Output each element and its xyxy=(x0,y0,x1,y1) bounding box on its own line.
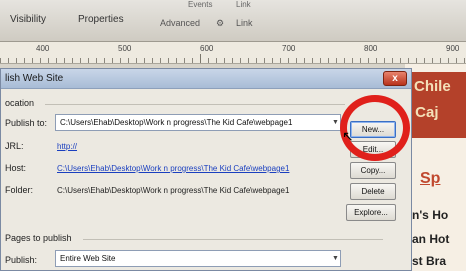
ruler-tick xyxy=(80,58,81,63)
ruler-tick xyxy=(24,58,25,63)
gear-icon[interactable]: ⚙ xyxy=(216,18,224,29)
ruler-tick xyxy=(400,58,401,63)
ruler-tick xyxy=(32,58,33,63)
ruler-number: 800 xyxy=(364,44,378,53)
dialog-title: lish Web Site xyxy=(5,73,64,84)
ruler-tick xyxy=(136,58,137,63)
ruler-tick xyxy=(184,58,185,63)
ruler-tick xyxy=(344,58,345,63)
webpage-heading-sp: Sp xyxy=(420,170,441,187)
ruler-tick xyxy=(288,58,289,63)
horizontal-ruler: 400 500 600 700 800 900 xyxy=(0,42,466,64)
ruler-tick xyxy=(176,58,177,63)
publish-select[interactable]: Entire Web Site xyxy=(55,250,341,267)
ruler-tick xyxy=(240,58,241,63)
ruler-tick xyxy=(152,58,153,63)
webpage-item-bra: st Bra xyxy=(412,254,447,268)
publish-to-select[interactable]: C:\Users\Ehab\Desktop\Work n progress\Th… xyxy=(55,114,341,131)
visibility-tab[interactable]: Visibility xyxy=(10,14,46,25)
ruler-number: 400 xyxy=(36,44,50,53)
ruler-number: 900 xyxy=(446,44,460,53)
ruler-tick xyxy=(352,58,353,63)
ruler-tick xyxy=(88,58,89,63)
advanced-tab[interactable]: Advanced xyxy=(160,18,200,28)
location-divider xyxy=(45,104,345,105)
ruler-tick xyxy=(192,58,193,63)
events-label: Events xyxy=(188,0,213,9)
properties-tab[interactable]: Properties xyxy=(78,14,124,25)
ruler-tick xyxy=(392,58,393,63)
pages-divider xyxy=(83,239,383,240)
ruler-tick xyxy=(8,58,9,63)
ruler-tick xyxy=(56,58,57,63)
ruler-tick xyxy=(144,58,145,63)
publish-to-value: C:\Users\Ehab\Desktop\Work n progress\Th… xyxy=(60,118,293,127)
ruler-tick xyxy=(72,58,73,63)
link-top-label: Link xyxy=(236,0,251,9)
pages-section-label: Pages to publish xyxy=(5,233,72,243)
close-button[interactable]: x xyxy=(383,71,407,86)
folder-value: C:\Users\Ehab\Desktop\Work n progress\Th… xyxy=(57,186,290,195)
copy-button[interactable]: Copy... xyxy=(350,162,396,179)
ruler-tick xyxy=(224,58,225,63)
ruler-tick xyxy=(376,58,377,63)
webpage-heading-chile: Chile xyxy=(414,78,451,95)
mouse-cursor-icon: ↖ xyxy=(342,128,354,144)
chevron-down-icon[interactable]: ▼ xyxy=(332,255,339,262)
delete-button[interactable]: Delete xyxy=(350,183,396,200)
ruler-tick xyxy=(264,58,265,63)
publish-label: Publish: xyxy=(5,255,38,265)
ruler-tick xyxy=(256,58,257,63)
url-link[interactable]: http:// xyxy=(57,142,77,151)
publish-to-label: Publish to: xyxy=(5,118,48,128)
ruler-tick xyxy=(336,58,337,63)
ruler-tick xyxy=(328,58,329,63)
ruler-tick xyxy=(104,58,105,63)
ruler-tick xyxy=(160,58,161,63)
ruler-tick xyxy=(48,58,49,63)
host-label: Host: xyxy=(5,163,27,173)
properties-toolbar: Visibility Properties Events Link Advanc… xyxy=(0,0,466,42)
ruler-number: 700 xyxy=(282,44,296,53)
ruler-tick xyxy=(304,58,305,63)
webpage-item-hot2: an Hot xyxy=(412,232,450,246)
ruler-tick xyxy=(368,58,369,63)
explore-button[interactable]: Explore... xyxy=(346,204,396,221)
chevron-down-icon[interactable]: ▼ xyxy=(332,119,339,126)
host-link[interactable]: C:\Users\Ehab\Desktop\Work n progress\Th… xyxy=(57,164,289,173)
ruler-number: 500 xyxy=(118,44,132,53)
url-label: JRL: xyxy=(5,141,24,151)
ruler-tick xyxy=(280,58,281,63)
ruler-number: 600 xyxy=(200,44,214,53)
location-section-label: ocation xyxy=(5,98,35,108)
dialog-titlebar[interactable]: lish Web Site x xyxy=(1,69,411,89)
ruler-tick xyxy=(16,58,17,63)
ruler-tick xyxy=(200,54,201,63)
folder-label: Folder: xyxy=(5,185,34,195)
publish-web-site-dialog: lish Web Site x ocation Publish to: C:\U… xyxy=(0,68,412,271)
ruler-tick xyxy=(312,58,313,63)
ruler-tick xyxy=(0,58,1,63)
ruler-tick xyxy=(208,58,209,63)
ruler-tick xyxy=(384,58,385,63)
publish-value: Entire Web Site xyxy=(60,254,116,263)
ruler-tick xyxy=(232,58,233,63)
link-tab[interactable]: Link xyxy=(236,18,253,28)
ruler-tick xyxy=(248,58,249,63)
ruler-tick xyxy=(112,58,113,63)
ruler-tick xyxy=(168,58,169,63)
ruler-tick xyxy=(40,58,41,63)
ruler-tick xyxy=(64,58,65,63)
ruler-tick xyxy=(320,58,321,63)
webpage-item-hot1: n's Ho xyxy=(412,208,449,222)
ruler-tick xyxy=(128,58,129,63)
ruler-tick xyxy=(360,58,361,63)
ruler-tick xyxy=(296,58,297,63)
ruler-tick xyxy=(96,58,97,63)
ruler-tick xyxy=(216,58,217,63)
ruler-tick xyxy=(120,58,121,63)
ruler-tick xyxy=(272,58,273,63)
